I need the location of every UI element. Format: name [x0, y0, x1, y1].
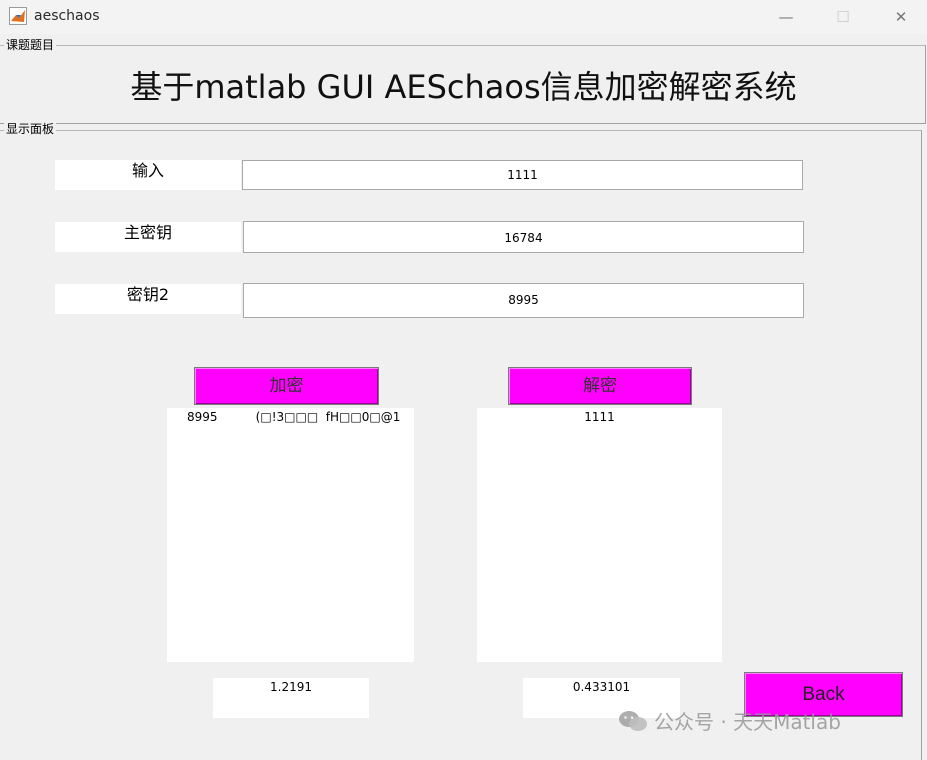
encrypt-output-list[interactable]: 8995 (□!3□□□ fH□□0□@1 — [167, 408, 414, 662]
key2-field[interactable]: 8995 — [243, 283, 804, 318]
master-key-label: 主密钥 — [55, 222, 241, 252]
minimize-button[interactable]: — — [763, 0, 809, 34]
key2-label: 密钥2 — [55, 284, 241, 314]
wechat-icon — [619, 710, 647, 731]
page-title: 基于matlab GUI AESchaos信息加密解密系统 — [130, 68, 797, 106]
window-title: aeschaos — [34, 8, 100, 24]
title-panel-label: 课题题目 — [4, 38, 57, 52]
decrypt-button[interactable]: 解密 — [508, 367, 692, 405]
display-panel-label: 显示面板 — [4, 122, 57, 136]
encrypt-output-row[interactable]: 8995 (□!3□□□ fH□□0□@1 — [187, 410, 400, 424]
decrypt-output-list[interactable]: 1111 — [477, 408, 722, 662]
encrypt-value-box: 1.2191 — [213, 678, 369, 718]
watermark: 公众号 · 天天Matlab — [618, 706, 841, 735]
maximize-button[interactable]: ☐ — [820, 0, 866, 34]
master-key-field[interactable]: 16784 — [243, 221, 804, 253]
matlab-app-icon — [9, 7, 27, 25]
encrypt-button[interactable]: 加密 — [194, 367, 379, 405]
watermark-text: 公众号 · 天天Matlab — [654, 710, 841, 734]
close-button[interactable]: ✕ — [878, 0, 924, 34]
input-label: 输入 — [55, 160, 241, 190]
decrypt-output-row[interactable]: 1111 — [477, 410, 722, 424]
input-field[interactable]: 1111 — [242, 160, 803, 190]
